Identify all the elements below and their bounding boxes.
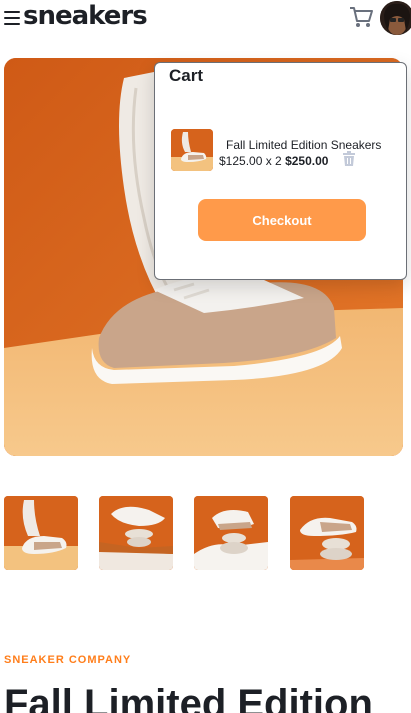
checkout-button[interactable]: Checkout — [198, 199, 366, 241]
cart-item-price: $125.00 x 2 $250.00 — [219, 154, 328, 168]
cart-icon[interactable] — [348, 5, 374, 29]
thumbnail-strip — [0, 496, 411, 571]
cart-item-thumbnail — [171, 129, 213, 171]
product-thumbnail-4[interactable] — [290, 496, 364, 570]
company-label: SNEAKER COMPANY — [4, 654, 132, 666]
cart-item-name: Fall Limited Edition Sneakers — [226, 138, 382, 152]
product-title: Fall Limited Edition — [4, 682, 373, 713]
cart-dropdown: Cart Fall Limited Edition Sneakers $125.… — [154, 62, 407, 280]
cart-item-unit-price: $125.00 x 2 — [219, 154, 282, 168]
cart-item: Fall Limited Edition Sneakers $125.00 x … — [171, 129, 401, 173]
logo[interactable]: sneakers — [23, 1, 148, 31]
product-thumbnail-1[interactable] — [4, 496, 78, 570]
product-thumbnail-3[interactable] — [194, 496, 268, 570]
cart-item-total: $250.00 — [285, 154, 329, 168]
avatar[interactable] — [380, 1, 411, 35]
trash-icon[interactable] — [342, 151, 356, 166]
header: sneakers — [0, 0, 411, 40]
product-thumbnail-2[interactable] — [99, 496, 173, 570]
hamburger-menu-icon[interactable] — [4, 11, 20, 25]
cart-title: Cart — [169, 66, 204, 85]
